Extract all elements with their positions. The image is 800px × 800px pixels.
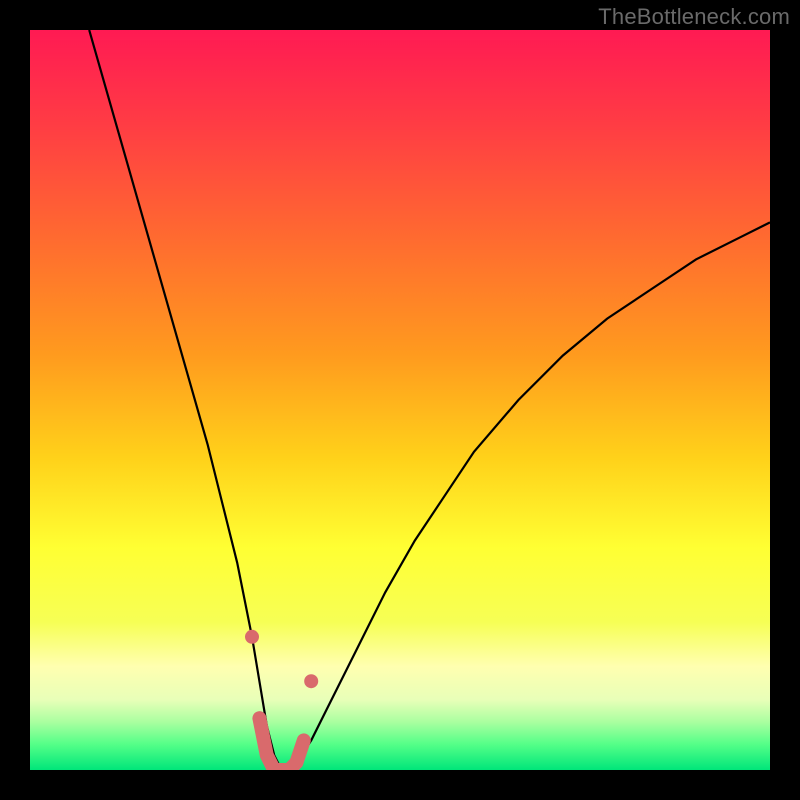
- watermark-text: TheBottleneck.com: [598, 4, 790, 30]
- marker-dot: [304, 674, 318, 688]
- bottleneck-chart: [30, 30, 770, 770]
- marker-dot: [245, 630, 259, 644]
- plot-area: [30, 30, 770, 770]
- chart-frame: TheBottleneck.com: [0, 0, 800, 800]
- gradient-background: [30, 30, 770, 770]
